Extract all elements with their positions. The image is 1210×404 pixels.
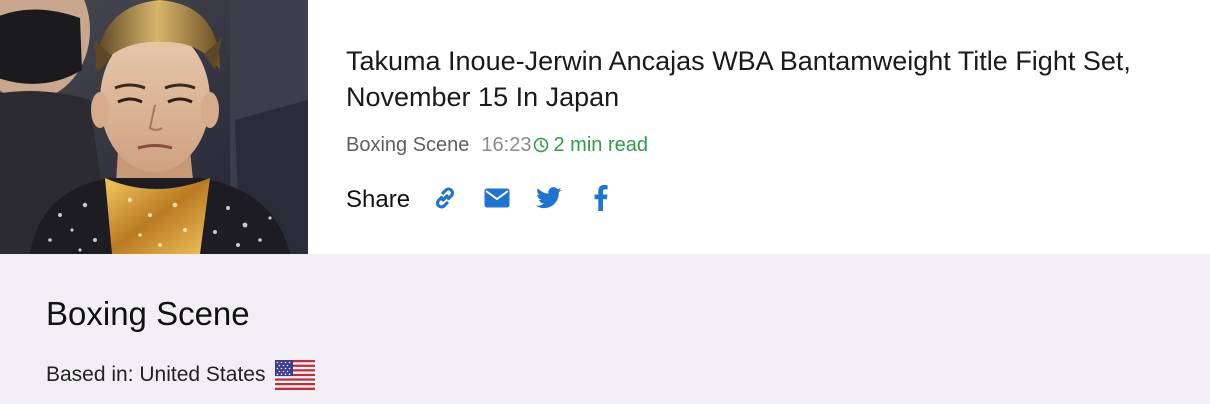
us-flag-icon bbox=[275, 360, 316, 390]
facebook-share-button[interactable] bbox=[586, 184, 616, 216]
copy-link-button[interactable] bbox=[430, 185, 460, 215]
share-label: Share bbox=[346, 186, 411, 213]
facebook-icon bbox=[594, 184, 608, 216]
article-photo[interactable] bbox=[0, 0, 308, 254]
article-source[interactable]: Boxing Scene bbox=[346, 134, 469, 157]
article-meta: Boxing Scene 16:23 2 min read bbox=[346, 132, 648, 158]
envelope-icon bbox=[484, 188, 510, 213]
publisher-panel: Boxing Scene Based in: United States bbox=[0, 254, 1210, 404]
link-icon bbox=[432, 185, 458, 216]
news-card: Takuma Inoue-Jerwin Ancajas WBA Bantamwe… bbox=[0, 0, 1210, 404]
twitter-icon bbox=[536, 186, 562, 214]
article-time: 16:23 bbox=[481, 133, 532, 156]
article-summary: Takuma Inoue-Jerwin Ancajas WBA Bantamwe… bbox=[0, 0, 1210, 254]
publisher-name[interactable]: Boxing Scene bbox=[46, 294, 250, 334]
based-in-label: Based in: United States bbox=[46, 363, 266, 386]
clock-icon bbox=[533, 137, 549, 153]
read-time: 2 min read bbox=[553, 133, 648, 156]
email-share-button[interactable] bbox=[482, 185, 512, 215]
share-bar: Share bbox=[346, 183, 638, 217]
article-headline[interactable]: Takuma Inoue-Jerwin Ancajas WBA Bantamwe… bbox=[346, 43, 1186, 115]
publisher-location: Based in: United States bbox=[46, 360, 316, 390]
twitter-share-button[interactable] bbox=[534, 185, 564, 215]
